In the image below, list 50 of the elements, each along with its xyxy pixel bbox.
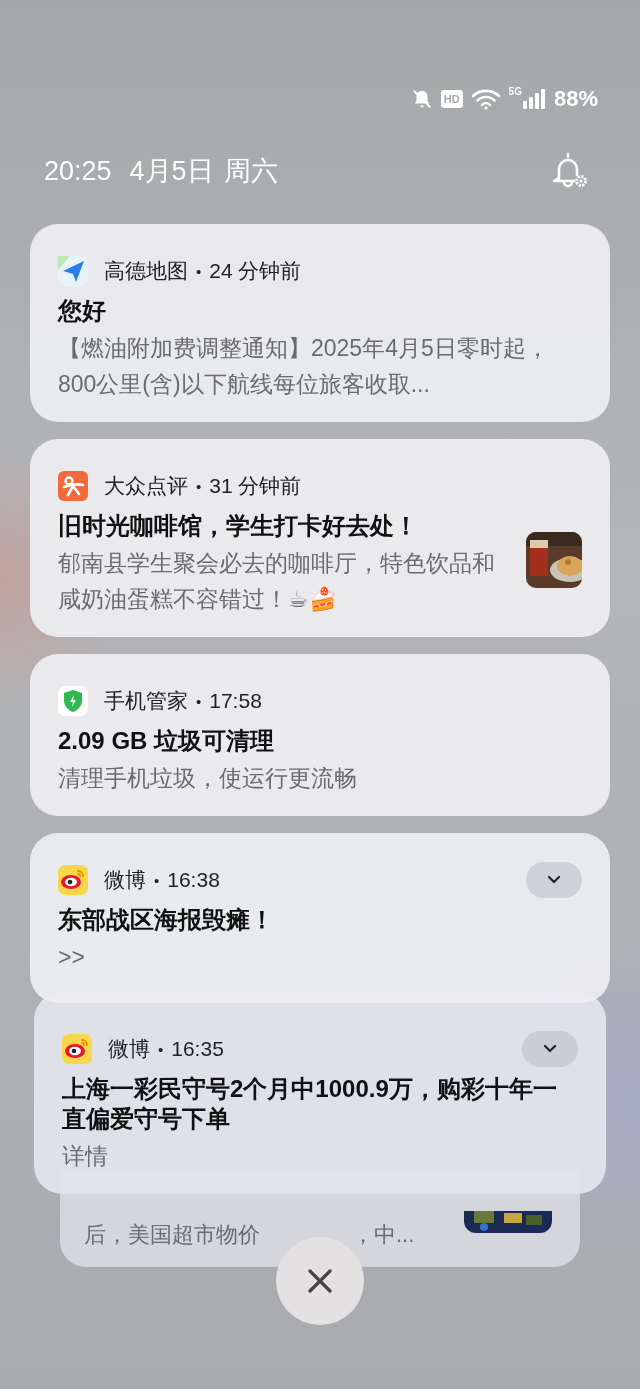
notification-title: 东部战区海报毁瘫！: [58, 905, 275, 935]
notification-time: 17:58: [209, 689, 262, 713]
eye-logo-icon: [62, 1034, 92, 1064]
weekday-label: 周六: [223, 155, 278, 188]
bell-off-icon: [410, 88, 433, 110]
network-label: 5G: [508, 86, 522, 97]
eye-logo-icon: [58, 865, 88, 895]
hd-badge: HD: [440, 90, 463, 108]
notification-title: 上海一彩民守号2个月中1000.9万，购彩十年一直偏爱守号下单: [62, 1074, 558, 1134]
clock-time: 20:25: [44, 155, 112, 187]
app-name: 微博: [104, 867, 146, 893]
date-label: 4月5日: [129, 155, 214, 188]
separator-dot: •: [158, 1040, 164, 1058]
expand-button[interactable]: [522, 1031, 578, 1067]
notification-title: 旧时光咖啡馆，学生打卡好去处！: [58, 511, 419, 541]
notification-card[interactable]: 大众点评 • 31 分钟前 旧时光咖啡馆，学生打卡好去处！ 郁南县学生聚会必去的咖啡厅，特色饮品和咸奶油蛋糕不容错过！☕🍰: [30, 439, 610, 637]
notification-body: 【燃油附加费调整通知】2025年4月5日零时起，800公里(含)以下航线每位旅客收取...: [58, 334, 550, 399]
chevron-down-icon: [547, 875, 561, 885]
notification-time: 24 分钟前: [209, 258, 302, 284]
app-name: 手机管家: [104, 688, 188, 714]
notification-time: 16:38: [167, 868, 220, 892]
shield-icon: [58, 686, 88, 716]
person-icon: [58, 471, 88, 501]
app-name: 大众点评: [104, 473, 188, 499]
notification-body: 后，美国超市物价: [84, 1221, 260, 1249]
notification-title: 2.09 GB 垃圾可清理: [58, 726, 276, 756]
separator-dot: •: [196, 477, 202, 495]
battery-level: 88%: [553, 86, 598, 112]
wifi-icon: [470, 88, 501, 110]
close-icon: [307, 1268, 333, 1294]
paper-plane-icon: [58, 256, 88, 286]
notification-body: 清理手机垃圾，使运行更流畅: [58, 764, 358, 793]
separator-dot: •: [154, 871, 160, 889]
separator-dot: •: [196, 692, 202, 710]
notification-time: 16:35: [171, 1037, 224, 1061]
notification-title: 您好: [58, 296, 107, 326]
notification-body: 详情: [62, 1142, 109, 1171]
notification-body: >>: [58, 943, 86, 972]
app-name: 高德地图: [104, 258, 188, 284]
notification-body: ，中...: [352, 1221, 415, 1249]
notification-card[interactable]: 手机管家 • 17:58 2.09 GB 垃圾可清理 清理手机垃圾，使运行更流畅: [30, 654, 610, 816]
notification-time: 31 分钟前: [209, 473, 302, 499]
signal-icon: [521, 88, 546, 110]
notification-card[interactable]: 微博 • 16:38 东部战区海报毁瘫！ >>: [30, 833, 610, 1003]
chevron-down-icon: [543, 1044, 557, 1054]
notification-body: 郁南县学生聚会必去的咖啡厅，特色饮品和咸奶油蛋糕不容错过！☕🍰: [58, 549, 496, 614]
separator-dot: •: [196, 262, 202, 280]
app-name: 微博: [108, 1036, 150, 1062]
expand-button[interactable]: [526, 862, 582, 898]
notification-card[interactable]: 高德地图 • 24 分钟前 您好 【燃油附加费调整通知】2025年4月5日零时起，800公里(含)以下航线每位旅客收取...: [30, 224, 610, 422]
